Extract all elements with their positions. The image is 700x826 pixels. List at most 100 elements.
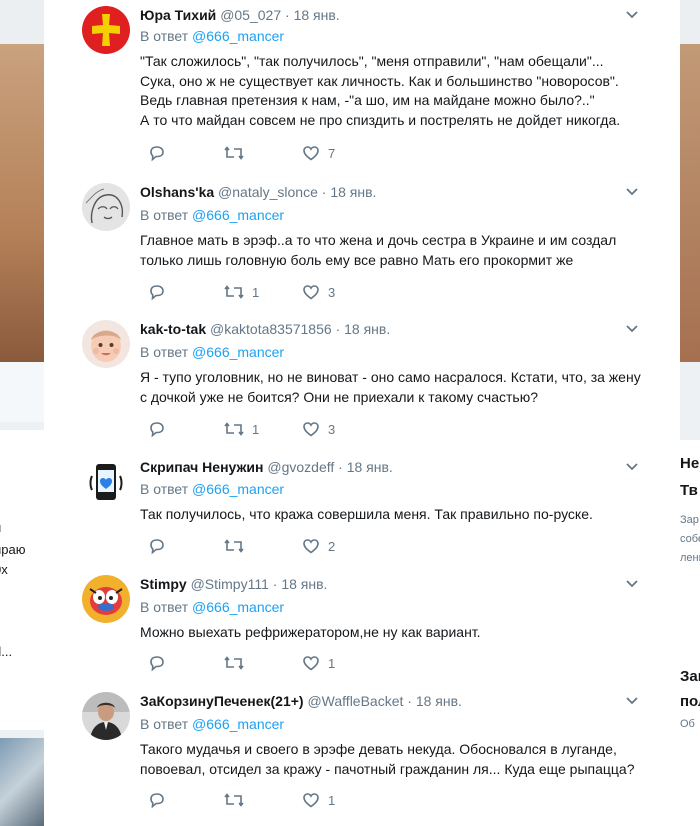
retweet-count: 1 (252, 421, 260, 437)
user-handle[interactable]: @05_027 (220, 7, 281, 23)
tweet-date[interactable]: 18 янв. (294, 7, 340, 23)
reply-icon (150, 422, 164, 438)
user-name[interactable]: Скрипач Ненужин (140, 459, 263, 475)
avatar[interactable] (82, 183, 130, 231)
tweet-actions: 1 (140, 790, 440, 810)
separator: · (285, 7, 290, 23)
reply-mention-link[interactable]: @666_mancer (192, 344, 284, 360)
tweet[interactable]: ЗаКорзинуПеченек(21+) @WaffleBacket · 18… (44, 681, 680, 826)
reply-button[interactable] (148, 790, 174, 810)
replies-column: Юра Тихий @05_027 · 18 янв. В ответ @666… (44, 0, 680, 826)
background-text: й (0, 520, 44, 535)
reply-mention-link[interactable]: @666_mancer (192, 599, 284, 615)
tweet-actions: 1 3 (140, 419, 440, 439)
background-cover-photo (0, 44, 44, 362)
reply-mention-link[interactable]: @666_mancer (192, 207, 284, 223)
like-count: 3 (328, 284, 336, 300)
retweet-button[interactable] (224, 653, 252, 673)
user-handle[interactable]: @WaffleBacket (307, 693, 403, 709)
tweet[interactable]: Olshans'ka @nataly_slonce · 18 янв. В от… (44, 172, 680, 310)
retweet-icon (224, 146, 244, 160)
tweet-date[interactable]: 18 янв. (347, 459, 393, 475)
retweet-button[interactable] (224, 536, 252, 556)
tweet-text: "Так сложилось", "так получилось", "меня… (140, 52, 650, 130)
reply-icon (150, 656, 164, 672)
user-name[interactable]: kak-to-tak (140, 321, 206, 337)
like-button[interactable]: 3 (302, 419, 335, 439)
background-header (680, 0, 700, 44)
like-button[interactable]: 1 (302, 653, 335, 673)
background-text: лень (680, 552, 700, 564)
man-portrait-avatar (82, 692, 130, 740)
reply-mention-link[interactable]: @666_mancer (192, 481, 284, 497)
reply-icon (150, 793, 164, 809)
separator: · (335, 321, 341, 337)
chevron-down-icon[interactable] (622, 692, 642, 710)
cartoon-cat-avatar (82, 575, 130, 623)
user-handle[interactable]: @nataly_slonce (218, 184, 318, 200)
reply-button[interactable] (148, 419, 174, 439)
background-text: d... (0, 644, 13, 659)
like-button[interactable]: 7 (302, 143, 335, 163)
tweet-text: Можно выехать рефрижератором,не ну как в… (140, 623, 650, 643)
tweet-date[interactable]: 18 янв. (416, 693, 462, 709)
avatar[interactable] (82, 692, 130, 740)
phone-heart-avatar (82, 458, 130, 506)
user-name[interactable]: ЗаКорзинуПеченек(21+) (140, 693, 304, 709)
reply-button[interactable] (148, 282, 174, 302)
heart-icon (303, 793, 319, 808)
tweet-text-line: А то что майдан совсем не про спиздить и… (140, 111, 621, 128)
tweet[interactable]: kak-to-tak @kaktota83571856 · 18 янв. В … (44, 309, 680, 447)
tweet-text: Главное мать в эрэф..а то что жена и доч… (140, 231, 650, 270)
reply-button[interactable] (148, 536, 174, 556)
tweet-header: kak-to-tak @kaktota83571856 · 18 янв. (140, 320, 390, 338)
tweet-date[interactable]: 18 янв. (330, 184, 376, 200)
chevron-down-icon[interactable] (622, 320, 642, 338)
avatar[interactable] (82, 320, 130, 368)
tweet-text-line: только лишь головную боль ему все равно … (140, 251, 574, 268)
chevron-down-icon[interactable] (622, 575, 642, 593)
user-handle[interactable]: @kaktota83571856 (210, 321, 332, 337)
tweet-date[interactable]: 18 янв. (281, 576, 327, 592)
reply-mention-link[interactable]: @666_mancer (192, 28, 284, 44)
tweet[interactable]: Stimpy @Stimpy111 · 18 янв. В ответ @666… (44, 563, 680, 682)
background-text: Зар (680, 514, 699, 526)
user-handle[interactable]: @Stimpy111 (191, 576, 269, 592)
reply-icon (150, 539, 164, 555)
chevron-down-icon[interactable] (622, 458, 642, 476)
tweet-text-line: Такого мудачья и своего в эрэфе девать н… (140, 741, 617, 757)
user-handle[interactable]: @gvozdeff (267, 459, 334, 475)
background-text: Об (680, 718, 695, 730)
background-page-left: й ираю 0х d... (0, 0, 44, 826)
retweet-button[interactable] (224, 790, 252, 810)
like-button[interactable]: 2 (302, 536, 335, 556)
separator: · (338, 459, 343, 475)
like-button[interactable]: 1 (302, 790, 335, 810)
reply-context: В ответ @666_mancer (140, 28, 284, 44)
tweet[interactable]: Скрипач Ненужин @gvozdeff · 18 янв. В от… (44, 446, 680, 564)
tweet-text: Так получилось, что кража совершила меня… (140, 505, 650, 525)
tweet[interactable]: Юра Тихий @05_027 · 18 янв. В ответ @666… (44, 0, 680, 173)
tweet-header: Olshans'ka @nataly_slonce · 18 янв. (140, 183, 376, 201)
reply-button[interactable] (148, 653, 174, 673)
reply-button[interactable] (148, 143, 174, 163)
tweet-date[interactable]: 18 янв. (344, 321, 390, 337)
chevron-down-icon[interactable] (622, 6, 642, 24)
tweet-actions: 1 (140, 653, 440, 673)
retweet-button[interactable]: 1 (224, 282, 259, 302)
background-text: Тв (680, 482, 698, 499)
user-name[interactable]: Olshans'ka (140, 184, 214, 200)
reply-mention-link[interactable]: @666_mancer (192, 716, 284, 732)
avatar[interactable] (82, 575, 130, 623)
like-count: 1 (328, 655, 336, 671)
avatar[interactable] (82, 6, 130, 54)
background-card (0, 430, 44, 730)
retweet-button[interactable]: 1 (224, 419, 259, 439)
user-name[interactable]: Stimpy (140, 576, 187, 592)
tweet-text-line: Я - тупо уголовник, но не виноват - оно … (140, 369, 641, 385)
avatar[interactable] (82, 458, 130, 506)
like-button[interactable]: 3 (302, 282, 335, 302)
retweet-button[interactable] (224, 143, 252, 163)
user-name[interactable]: Юра Тихий (140, 7, 216, 23)
chevron-down-icon[interactable] (622, 183, 642, 201)
